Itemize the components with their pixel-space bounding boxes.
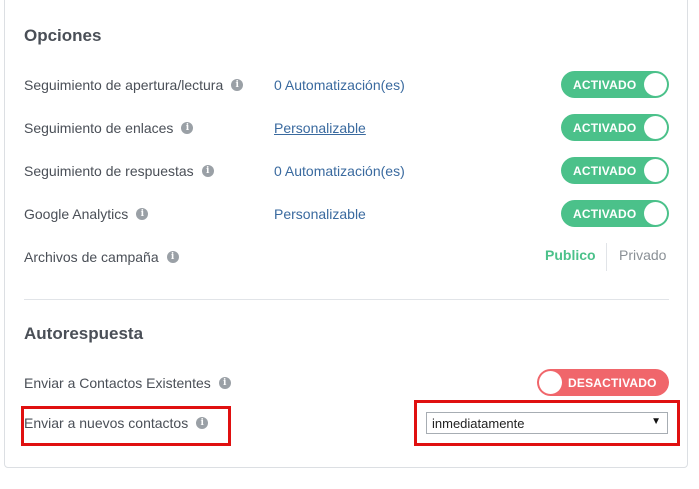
info-icon[interactable]: i	[136, 208, 149, 220]
toggle-knob	[644, 202, 667, 225]
archive-public-option[interactable]: Publico	[545, 247, 596, 263]
segment-divider	[606, 243, 607, 271]
reply-tracking-toggle[interactable]: ACTIVADO	[561, 157, 669, 184]
google-analytics-toggle[interactable]: ACTIVADO	[561, 200, 669, 227]
campaign-archive-label: Archivos de campaña i	[24, 249, 179, 265]
autoresponse-title: Autorespuesta	[24, 324, 144, 343]
info-icon[interactable]: i	[231, 79, 244, 91]
section-divider	[24, 299, 669, 300]
open-tracking-toggle[interactable]: ACTIVADO	[561, 71, 669, 98]
highlight-box-label	[21, 406, 231, 446]
reply-tracking-label: Seguimiento de respuestas i	[24, 163, 214, 179]
link-tracking-customize-link[interactable]: Personalizable	[274, 120, 366, 136]
info-icon[interactable]: i	[166, 251, 179, 263]
info-icon[interactable]: i	[201, 165, 214, 177]
info-icon[interactable]: i	[218, 377, 231, 389]
reply-tracking-automations-link[interactable]: 0 Automatización(es)	[274, 163, 405, 179]
toggle-knob	[644, 116, 667, 139]
options-title: Opciones	[24, 26, 102, 45]
google-analytics-label: Google Analytics i	[24, 206, 149, 222]
info-icon[interactable]: i	[181, 122, 194, 134]
send-existing-contacts-label: Enviar a Contactos Existentes i	[24, 375, 231, 391]
google-analytics-customize-link[interactable]: Personalizable	[274, 206, 366, 222]
toggle-knob	[644, 159, 667, 182]
archive-private-option[interactable]: Privado	[619, 247, 666, 263]
toggle-knob	[539, 371, 562, 394]
toggle-knob	[644, 73, 667, 96]
link-tracking-toggle[interactable]: ACTIVADO	[561, 114, 669, 141]
highlight-box-select	[414, 400, 680, 446]
link-tracking-label: Seguimiento de enlaces i	[24, 120, 194, 136]
open-tracking-label: Seguimiento de apertura/lectura i	[24, 77, 244, 93]
send-existing-contacts-toggle[interactable]: DESACTIVADO	[537, 369, 669, 396]
open-tracking-automations-link[interactable]: 0 Automatización(es)	[274, 77, 405, 93]
